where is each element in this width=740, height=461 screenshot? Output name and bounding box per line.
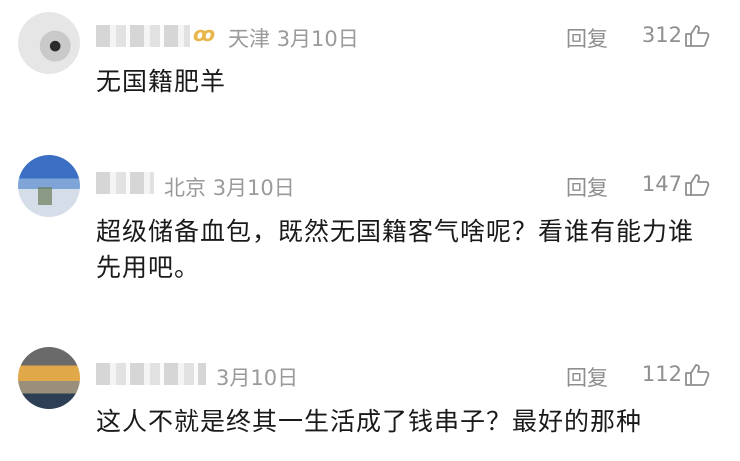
like-count: 112 [641,362,682,386]
like-count: 147 [641,172,682,196]
like-count: 312 [641,23,682,47]
reply-button[interactable]: 回复 [566,172,608,202]
thumbs-up-icon[interactable] [684,24,710,48]
location: 天津 [228,27,270,51]
avatar[interactable] [18,155,80,217]
comment-text: 这人不就是终其一生活成了钱串子？最好的那种 [96,407,643,436]
reply-button[interactable]: 回复 [566,362,608,392]
date: 3月10日 [216,366,299,390]
comment-meta: 3月10日 [216,362,298,392]
location: 北京 [164,176,206,200]
date: 3月10日 [212,176,295,200]
date: 3月10日 [276,27,359,51]
avatar[interactable] [18,12,80,74]
thumbs-up-icon[interactable] [684,363,710,387]
thumbs-up-icon[interactable] [684,173,710,197]
vip-badge-icon: ꝏ [193,22,216,46]
username-blurred[interactable] [96,363,206,385]
comment-text: 超级储备血包，既然无国籍客气啥呢？看谁有能力谁先用吧。 [96,217,695,282]
comment-text: 无国籍肥羊 [96,67,227,96]
comment-meta: 北京 3月10日 [164,172,295,202]
comment-meta: 天津 3月10日 [228,23,359,53]
reply-button[interactable]: 回复 [566,23,608,53]
username-blurred[interactable] [96,172,154,194]
avatar[interactable] [18,347,80,409]
username-blurred[interactable] [96,25,190,47]
